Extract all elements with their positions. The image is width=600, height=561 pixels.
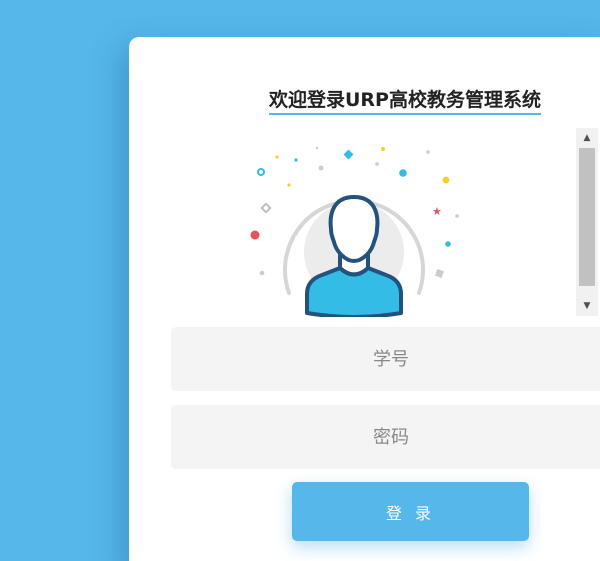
confetti-dot	[318, 165, 324, 171]
confetti-star: ★	[432, 205, 442, 218]
confetti-dot	[315, 146, 319, 150]
scrollbar-thumb[interactable]	[579, 148, 595, 286]
confetti-dot	[294, 158, 298, 162]
confetti-diamond	[260, 202, 272, 214]
confetti-dot	[445, 241, 451, 247]
user-avatar-icon: ★	[250, 146, 459, 319]
confetti-dot	[442, 176, 450, 184]
confetti-dot	[381, 147, 385, 151]
confetti-dot	[399, 169, 407, 177]
student-id-input[interactable]	[171, 327, 600, 391]
scroll-down-arrow-icon[interactable]: ▼	[576, 296, 598, 316]
login-card: 欢迎登录URP高校教务管理系统 ★ ▲ ▼ 学号 登 录	[129, 37, 600, 561]
vertical-scrollbar[interactable]: ▲ ▼	[576, 128, 598, 316]
confetti-diamond	[343, 149, 354, 160]
avatar-illustration: ★	[237, 135, 477, 319]
login-button[interactable]: 登 录	[292, 482, 529, 541]
confetti-dot	[250, 230, 260, 240]
scroll-up-arrow-icon[interactable]: ▲	[576, 128, 598, 148]
password-input[interactable]	[171, 405, 600, 469]
confetti-dot	[455, 214, 459, 218]
confetti-dot	[287, 183, 291, 187]
confetti-dot	[259, 270, 265, 276]
confetti-dot	[257, 168, 265, 176]
avatar-head	[328, 195, 380, 263]
confetti-dot	[375, 162, 379, 166]
page-title-wrapper: 欢迎登录URP高校教务管理系统	[269, 89, 541, 115]
confetti-square	[435, 269, 444, 278]
page-title: 欢迎登录URP高校教务管理系统	[269, 89, 541, 111]
confetti-dot	[426, 150, 430, 154]
confetti-dot	[275, 155, 279, 159]
